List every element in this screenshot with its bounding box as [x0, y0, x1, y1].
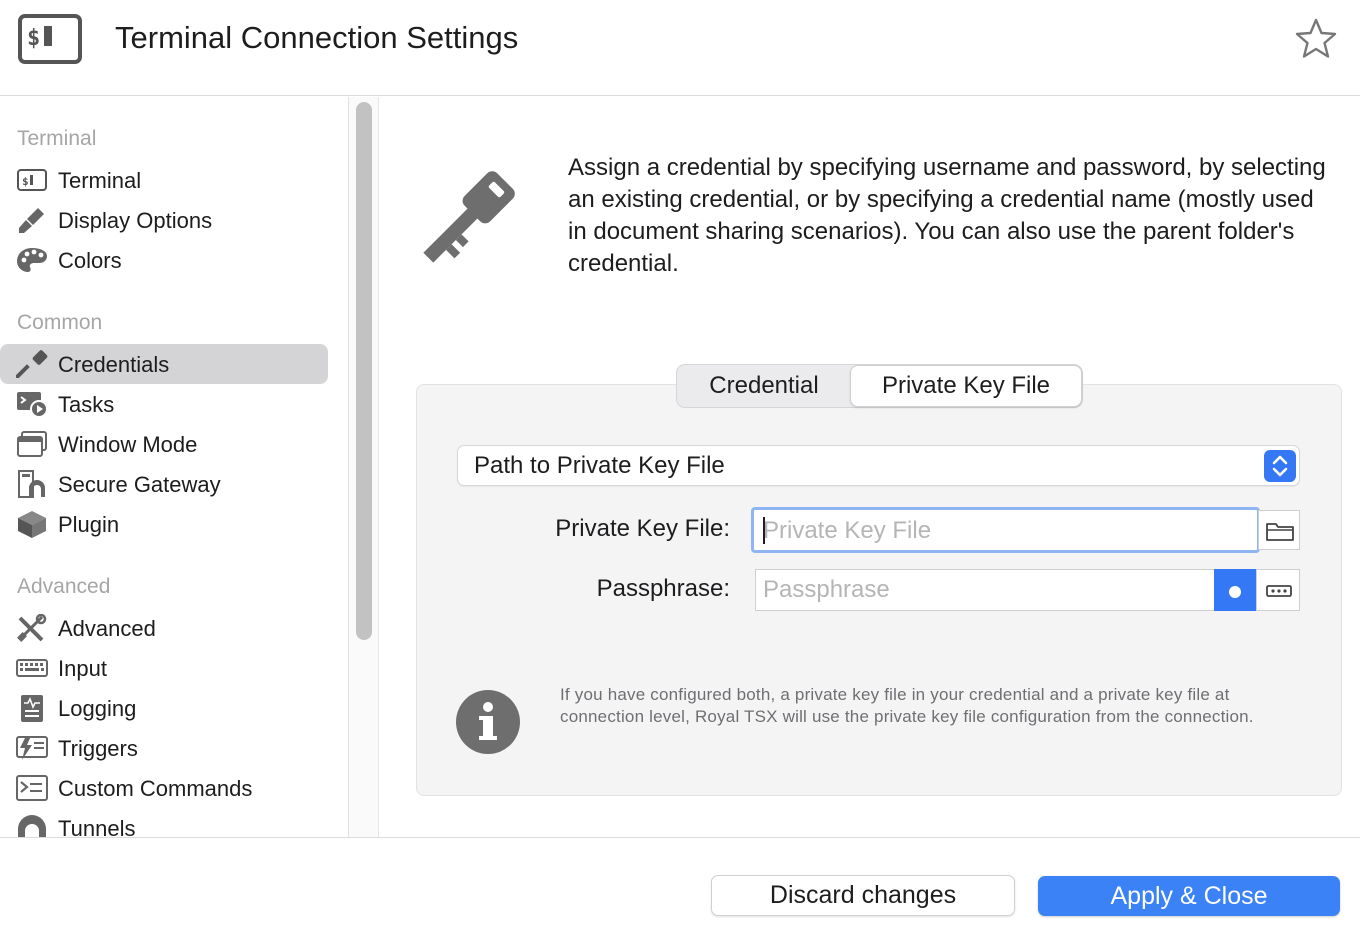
- svg-text:$: $: [22, 175, 29, 188]
- dot-icon: [1229, 586, 1241, 598]
- gateway-icon: [18, 470, 45, 498]
- reveal-passphrase-button[interactable]: [1214, 569, 1256, 611]
- sidebar-item-label: Tunnels: [58, 816, 136, 837]
- key-icon: [16, 350, 48, 378]
- sidebar-item-label: Advanced: [58, 616, 156, 641]
- password-dots-icon: [1266, 585, 1292, 597]
- passphrase-input[interactable]: Passphrase: [755, 569, 1215, 611]
- sidebar-item-advanced[interactable]: Advanced: [0, 608, 328, 648]
- window-icon: [17, 431, 47, 457]
- sidebar-item-label: Logging: [58, 696, 137, 721]
- trigger-icon: [16, 736, 48, 760]
- private-key-info-text: If you have configured both, a private k…: [560, 685, 1254, 726]
- sidebar-item-display-options[interactable]: Display Options: [0, 200, 328, 240]
- sidebar-item-label: Plugin: [58, 512, 120, 537]
- command-icon: [16, 775, 48, 801]
- discard-changes-button[interactable]: Discard changes: [711, 875, 1015, 916]
- sidebar-item-label: Display Options: [58, 208, 213, 233]
- tab-credential[interactable]: Credential: [677, 365, 851, 407]
- terminal-icon: $: [17, 169, 47, 191]
- sidebar-item-label: Custom Commands: [58, 776, 253, 801]
- sidebar-item-label: Tasks: [58, 392, 115, 417]
- sidebar-item-credentials[interactable]: Credentials: [0, 344, 328, 384]
- sidebar-item-custom-commands[interactable]: Custom Commands: [0, 768, 328, 808]
- keyboard-icon: [16, 659, 48, 677]
- sidebar-section-terminal: Terminal: [17, 127, 97, 150]
- sidebar-item-label: Terminal: [58, 168, 142, 193]
- sidebar-scroll-thumb[interactable]: [356, 102, 372, 640]
- tools-icon: [17, 614, 47, 642]
- credential-tab-control: Credential Private Key File: [676, 364, 1083, 408]
- star-icon[interactable]: [1294, 17, 1338, 59]
- page-title: Terminal Connection Settings: [115, 20, 519, 55]
- svg-text:$: $: [27, 26, 40, 51]
- private-key-file-input[interactable]: Private Key File: [751, 507, 1260, 553]
- sidebar-item-window-mode[interactable]: Window Mode: [0, 424, 328, 464]
- browse-folder-button[interactable]: [1258, 510, 1300, 550]
- plugin-icon: [18, 511, 46, 538]
- terminal-icon: $: [18, 14, 82, 64]
- sidebar: Terminal $ Terminal Display Options Colo…: [0, 97, 348, 837]
- sidebar-item-input[interactable]: Input: [0, 648, 328, 688]
- sidebar-item-tasks[interactable]: Tasks: [0, 384, 328, 424]
- sidebar-item-triggers[interactable]: Triggers: [0, 728, 328, 768]
- log-icon: [21, 695, 43, 722]
- sidebar-item-tunnels[interactable]: Tunnels: [0, 808, 328, 837]
- info-icon: [456, 690, 520, 754]
- passphrase-label: Passphrase:: [596, 575, 730, 602]
- private-key-file-label: Private Key File:: [555, 515, 730, 542]
- brush-icon: [19, 208, 44, 233]
- sidebar-section-common: Common: [17, 311, 103, 334]
- sidebar-item-logging[interactable]: Logging: [0, 688, 328, 728]
- sidebar-item-plugin[interactable]: Plugin: [0, 504, 328, 544]
- tunnel-icon: [18, 815, 46, 837]
- private-key-file-placeholder: Private Key File: [763, 517, 932, 544]
- tab-private-key-file[interactable]: Private Key File: [850, 365, 1082, 407]
- sidebar-item-label: Colors: [58, 248, 122, 273]
- key-icon: [423, 171, 515, 263]
- sidebar-item-colors[interactable]: Colors: [0, 240, 328, 280]
- passphrase-placeholder: Passphrase: [763, 576, 890, 603]
- sidebar-item-label: Window Mode: [58, 432, 198, 457]
- credential-description: Assign a credential by specifying userna…: [568, 154, 1326, 277]
- sidebar-item-label: Credentials: [58, 352, 170, 377]
- sidebar-item-label: Triggers: [58, 736, 138, 761]
- sidebar-item-label: Input: [58, 656, 107, 681]
- window-header: $ Terminal Connection Settings: [0, 0, 1360, 96]
- password-generator-button[interactable]: [1256, 569, 1300, 611]
- key-source-select-value: Path to Private Key File: [474, 452, 725, 479]
- folder-icon: [1266, 523, 1294, 541]
- key-source-select[interactable]: Path to Private Key File: [457, 445, 1300, 486]
- chevron-up-down-icon: [1264, 450, 1296, 482]
- sidebar-section-advanced: Advanced: [17, 575, 111, 598]
- tasks-icon: [17, 392, 48, 418]
- apply-close-button[interactable]: Apply & Close: [1038, 876, 1340, 916]
- palette-icon: [17, 248, 47, 272]
- sidebar-item-secure-gateway[interactable]: Secure Gateway: [0, 464, 328, 504]
- sidebar-item-terminal[interactable]: $ Terminal: [0, 160, 328, 200]
- sidebar-item-label: Secure Gateway: [58, 472, 221, 497]
